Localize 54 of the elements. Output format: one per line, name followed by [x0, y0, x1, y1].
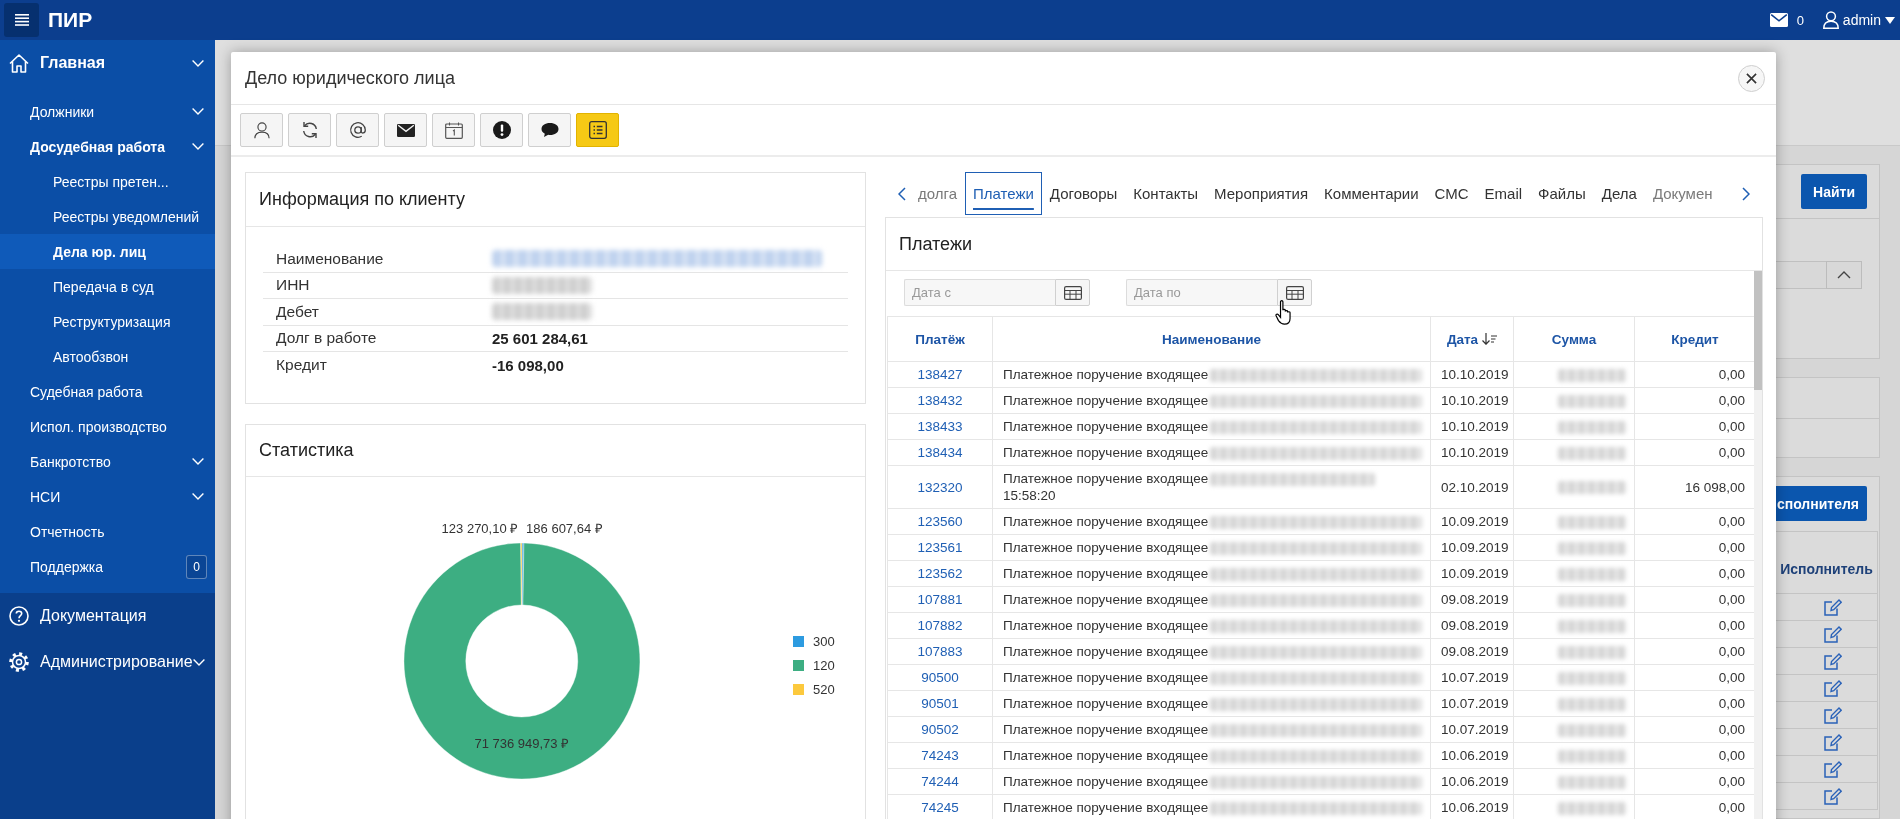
table-cell: 10.10.2019 — [1430, 387, 1514, 414]
cell-text: Платежное поручение входящее — [1003, 670, 1209, 685]
table-cell: 09.08.2019 — [1430, 638, 1514, 665]
table-cell: 09.08.2019 — [1430, 586, 1514, 613]
card-title: Статистика — [259, 440, 354, 461]
cell-text: Платежное поручение входящее — [1003, 618, 1209, 633]
table-cell: 10.09.2019 — [1430, 534, 1514, 561]
cell-text: Платежное поручение входящее — [1003, 800, 1209, 815]
cell-text: Платежное поручение входящее — [1003, 722, 1209, 737]
card-title: Платежи — [899, 233, 972, 255]
cell-text: Платежное поручение входящее — [1003, 367, 1209, 382]
table-cell: 02.10.2019 — [1430, 465, 1514, 509]
table-cell: 10.06.2019 — [1430, 742, 1514, 769]
field-value: -16 098,00 — [492, 356, 564, 374]
cell-text: Платежное поручение входящее — [1003, 445, 1209, 460]
table-cell: 10.07.2019 — [1430, 690, 1514, 717]
field-label: Наименование — [275, 249, 385, 268]
table-cell: 10.06.2019 — [1430, 768, 1514, 795]
table-cell: 10.10.2019 — [1430, 361, 1514, 388]
cell-text: Платежное поручение входящее — [1003, 644, 1209, 659]
card-title: Информация по клиенту — [259, 189, 465, 210]
field-label: Долг в работе — [275, 329, 378, 348]
app-title: ПИР — [48, 8, 93, 32]
data-label: 123 270,10 ₽ — [441, 521, 519, 536]
table-cell: 10.10.2019 — [1430, 413, 1514, 440]
data-label: 186 607,64 ₽ — [526, 521, 603, 536]
cell-text: Платежное поручение входящее — [1003, 774, 1209, 789]
table-cell: 10.07.2019 — [1430, 664, 1514, 691]
dialog-title: Дело юридического лица — [245, 67, 455, 89]
field-label: Дебет — [275, 302, 320, 321]
legend-label: 120 — [813, 658, 835, 673]
table-cell: 09.08.2019 — [1430, 612, 1514, 639]
field-label: Кредит — [275, 356, 328, 375]
legend-label: 520 — [813, 682, 835, 697]
cell-text: Платежное поручение входящее — [1003, 696, 1209, 711]
cell-text: Платежное поручение входящее — [1003, 540, 1209, 555]
field-value: 25 601 284,61 — [492, 329, 588, 347]
table-cell: 10.09.2019 — [1430, 560, 1514, 587]
count-badge: 0 — [186, 554, 207, 579]
table-cell: 10.10.2019 — [1430, 439, 1514, 466]
table-cell: 10.09.2019 — [1430, 508, 1514, 535]
cell-text: Платежное поручение входящее — [1003, 566, 1209, 581]
cell-text: Платежное поручение входящее — [1003, 592, 1209, 607]
table-cell: 10.07.2019 — [1430, 716, 1514, 743]
legend-label: 300 — [813, 634, 835, 649]
column-header: Исполнитель — [1780, 560, 1873, 577]
cell-text: Платежное поручение входящее — [1003, 471, 1209, 486]
cell-text: Платежное поручение входящее — [1003, 514, 1209, 529]
field-label: ИНН — [275, 276, 311, 295]
cell-text: Платежное поручение входящее — [1003, 393, 1209, 408]
cell-text: Платежное поручение входящее — [1003, 419, 1209, 434]
cell-text: Платежное поручение входящее — [1003, 748, 1209, 763]
data-label: 71 736 949,73 ₽ — [474, 736, 570, 751]
cell-text: 15:58:20 — [1003, 487, 1057, 504]
